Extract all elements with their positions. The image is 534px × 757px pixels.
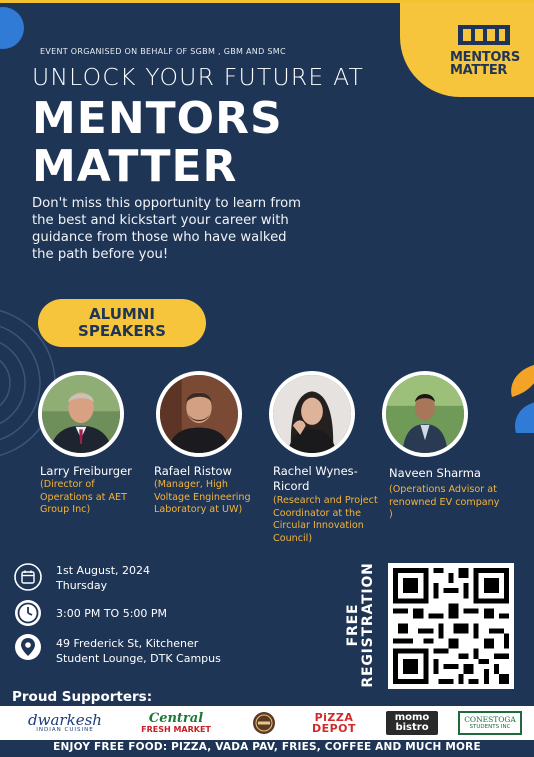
speakers-label: SPEAKERS: [78, 322, 166, 340]
sponsor-pizza-depot: PiZZA DEPOT: [304, 711, 364, 735]
supporters-heading: Proud Supporters:: [12, 689, 153, 705]
sponsor-name: dwarkesh: [28, 711, 102, 729]
sponsor-sub: DEPOT: [311, 722, 357, 735]
sponsor-round-badge: [252, 711, 276, 735]
speaker-photo-larry: [38, 371, 124, 457]
location-pin-icon: [15, 634, 41, 660]
person-portrait-icon: [160, 375, 238, 453]
free-registration-label: FREE REGISTRATION: [345, 561, 376, 689]
person-portrait-icon: [42, 375, 120, 453]
speaker-name-larry: Larry Freiburger: [40, 464, 132, 478]
logo-mark-icon: [458, 25, 510, 45]
alumni-label: ALUMNI: [89, 305, 155, 323]
leaf-decoration: [511, 364, 534, 433]
speaker-photo-naveen: [382, 371, 468, 457]
sponsor-strip: dwarkesh INDIAN CUISINE Central FRESH MA…: [0, 706, 534, 740]
footer-free-food: ENJOY FREE FOOD: PIZZA, VADA PAV, FRIES,…: [53, 741, 481, 753]
corner-decoration: [0, 7, 24, 49]
sponsor-central-fresh-market: Central FRESH MARKET: [136, 711, 216, 735]
headline-matter: MATTER: [32, 141, 238, 192]
sponsor-sub: FRESH MARKET: [141, 724, 211, 734]
event-day: Thursday: [56, 579, 108, 592]
round-badge-icon: [253, 712, 275, 734]
sponsor-conestoga-students: CONESTOGA STUDENTS INC: [458, 711, 522, 735]
registration-qr-code[interactable]: [388, 563, 514, 689]
organiser-line: EVENT ORGANISED ON BEHALF OF SGBM , GBM …: [40, 47, 286, 56]
sponsor-name: Central: [148, 710, 204, 726]
event-address-line2: Student Lounge, DTK Campus: [56, 652, 221, 665]
alumni-speakers-badge: ALUMNI SPEAKERS: [38, 299, 206, 347]
event-poster: MENTORS MATTER EVENT ORGANISED ON BEHALF…: [0, 0, 534, 757]
speaker-photo-rachel: [269, 371, 355, 457]
free-label: FREE: [345, 603, 361, 647]
speaker-role-rachel: (Research and Project Coordinator at the…: [273, 495, 378, 544]
event-address-line1: 49 Frederick St, Kitchener: [56, 637, 199, 650]
registration-label: REGISTRATION: [360, 562, 376, 688]
speaker-role-larry: (Director of Operations at AET Group Inc…: [40, 479, 127, 515]
headline-top: UNLOCK YOUR FUTURE AT: [32, 63, 365, 91]
logo-text: MENTORS MATTER: [450, 50, 520, 78]
sponsor-sub: STUDENTS INC: [469, 724, 511, 730]
sponsor-momo-bistro: momo bistro: [386, 711, 438, 735]
qr-code-icon: [388, 563, 514, 689]
speaker-name-rafael: Rafael Ristow: [154, 464, 232, 478]
event-date: 1st August, 2024: [56, 564, 151, 577]
mentors-matter-logo: MENTORS MATTER: [400, 3, 534, 97]
calendar-icon: [14, 563, 42, 591]
sponsor-sub: bistro: [395, 722, 429, 733]
headline-mentors: MENTORS: [32, 93, 283, 144]
speaker-role-naveen: (Operations Advisor at renowned EV compa…: [389, 484, 500, 520]
speaker-name-naveen: Naveen Sharma: [389, 466, 481, 480]
event-time: 3:00 PM TO 5:00 PM: [56, 607, 168, 620]
person-portrait-icon: [386, 375, 464, 453]
speaker-photo-rafael: [156, 371, 242, 457]
speaker-role-rafael: (Manager, High Voltage Engineering Labor…: [154, 479, 251, 515]
person-portrait-icon: [273, 375, 351, 453]
sponsor-name: CONESTOGA: [464, 715, 516, 724]
sponsor-sub: INDIAN CUISINE: [36, 727, 94, 733]
clock-icon: [15, 600, 41, 626]
sponsor-dwarkesh: dwarkesh INDIAN CUISINE: [16, 711, 114, 735]
intro-text: Don't miss this opportunity to learn fro…: [32, 196, 302, 262]
speaker-name-rachel: Rachel Wynes-Ricord: [273, 464, 358, 493]
